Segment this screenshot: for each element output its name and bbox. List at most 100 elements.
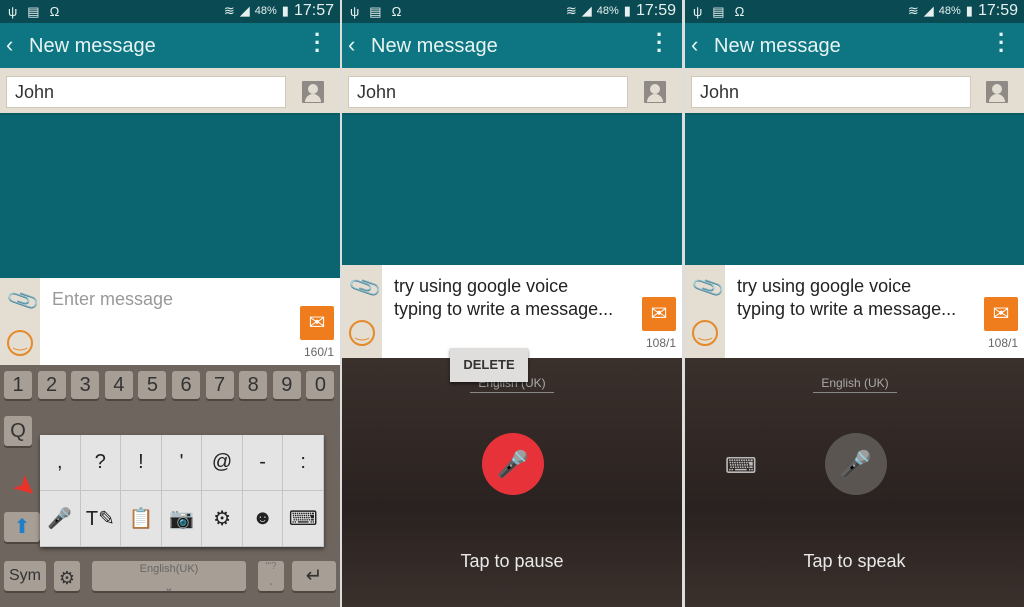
attach-icon[interactable]: 📎 bbox=[5, 283, 42, 319]
keyboard-options-popup: ,?! ' @ -: 🎤 T✎ 📋 📷 ⚙ ☻ ⌨ bbox=[40, 435, 324, 547]
signal-icon: ◢ bbox=[923, 3, 934, 18]
popup-symbol-key[interactable]: @ bbox=[202, 435, 243, 491]
key-5[interactable]: 5 bbox=[138, 371, 167, 399]
message-input[interactable]: Enter message bbox=[52, 288, 272, 311]
status-bar: ψ ▤ Ω ≋ ◢ 48% ▮ 17:59 bbox=[342, 0, 682, 23]
voice-status-text: Tap to pause bbox=[460, 551, 564, 571]
character-counter: 160/1 bbox=[303, 345, 334, 359]
signal-icon: ◢ bbox=[239, 3, 250, 18]
voice-input-panel: English (UK) 🎤 Tap to pause bbox=[342, 358, 682, 607]
key-1[interactable]: 1 bbox=[4, 371, 32, 399]
battery-percent: 48% bbox=[938, 5, 961, 17]
popup-symbol-key[interactable]: , bbox=[40, 435, 81, 491]
voice-input-panel: English (UK) ⌨ 🎤 Tap to speak bbox=[685, 358, 1024, 607]
phone-screen-2: ψ ▤ Ω ≋ ◢ 48% ▮ 17:59 ‹ New message · · · John 📎… bbox=[342, 0, 682, 607]
emoji-icon[interactable]: ☻ bbox=[242, 491, 284, 547]
send-button[interactable]: ✉ bbox=[642, 297, 676, 331]
popup-symbol-key[interactable]: ? bbox=[80, 435, 122, 491]
page-title: New message bbox=[371, 35, 498, 57]
contact-picker-icon[interactable] bbox=[644, 81, 666, 103]
status-bar: ψ ▤ Ω ≋ ◢ 48% ▮ 17:57 bbox=[0, 0, 340, 23]
compose-side-bar: 📎 ‿ bbox=[0, 278, 42, 365]
attach-icon[interactable]: 📎 bbox=[347, 270, 384, 306]
signal-icon: ◢ bbox=[581, 3, 592, 18]
contact-picker-icon[interactable] bbox=[302, 81, 324, 103]
back-icon[interactable]: ‹ bbox=[691, 32, 698, 58]
key-9[interactable]: 9 bbox=[272, 371, 301, 399]
key-6[interactable]: 6 bbox=[172, 371, 200, 399]
space-key[interactable]: English(UK) ⎵ bbox=[92, 561, 246, 591]
phone-screen-3: ψ ▤ Ω ≋ ◢ 48% ▮ 17:59 ‹ New message · · · John 📎… bbox=[685, 0, 1024, 607]
battery-charging-icon: ▮ bbox=[623, 3, 631, 18]
usb-icon: ψ bbox=[8, 4, 18, 19]
popup-symbol-key[interactable]: ! bbox=[121, 435, 162, 491]
page-title: New message bbox=[714, 35, 841, 57]
key-7[interactable]: 7 bbox=[205, 371, 234, 399]
recipient-bar: John bbox=[685, 68, 1024, 115]
key-8[interactable]: 8 bbox=[239, 371, 268, 399]
compose-area: 📎 ‿ try using google voice typing to wri… bbox=[685, 265, 1024, 358]
recipient-bar: John bbox=[342, 68, 682, 115]
send-button[interactable]: ✉ bbox=[300, 306, 334, 340]
contact-picker-icon[interactable] bbox=[986, 81, 1008, 103]
app-header: ‹ New message · · · bbox=[342, 23, 682, 68]
period-key[interactable]: '"?. bbox=[258, 561, 284, 591]
overflow-menu-icon[interactable]: · · · bbox=[314, 24, 321, 62]
keyboard-icon[interactable]: ⌨ bbox=[725, 453, 757, 479]
image-icon: ▤ bbox=[369, 4, 382, 19]
status-bar: ψ ▤ Ω ≋ ◢ 48% ▮ 17:59 bbox=[685, 0, 1024, 23]
settings-key[interactable]: ⚙ bbox=[54, 561, 80, 591]
usb-icon: ψ bbox=[693, 4, 703, 19]
enter-key[interactable]: ↵ bbox=[292, 561, 336, 591]
battery-charging-icon: ▮ bbox=[965, 3, 973, 18]
settings-icon[interactable]: ⚙ bbox=[202, 491, 243, 547]
battery-percent: 48% bbox=[596, 5, 619, 17]
character-counter: 108/1 bbox=[987, 336, 1018, 350]
page-title: New message bbox=[29, 35, 156, 57]
back-icon[interactable]: ‹ bbox=[6, 32, 13, 58]
key-2[interactable]: 2 bbox=[37, 371, 66, 399]
recipient-input[interactable]: John bbox=[691, 76, 971, 108]
handwriting-icon[interactable]: T✎ bbox=[80, 491, 122, 547]
battery-charging-icon: ▮ bbox=[281, 3, 289, 18]
shift-key[interactable]: ⬆ bbox=[4, 512, 40, 542]
recipient-input[interactable]: John bbox=[348, 76, 628, 108]
headphones-icon: Ω bbox=[734, 4, 745, 19]
attach-icon[interactable]: 📎 bbox=[690, 270, 727, 306]
mic-button[interactable]: 🎤 bbox=[482, 433, 544, 495]
wifi-icon: ≋ bbox=[565, 3, 577, 18]
language-selector[interactable]: English (UK) bbox=[813, 376, 897, 393]
sym-key[interactable]: Sym bbox=[4, 561, 46, 591]
period-hint: '"? bbox=[265, 561, 277, 572]
keyboard-icon[interactable]: ⌨ bbox=[283, 491, 324, 547]
overflow-menu-icon[interactable]: · · · bbox=[656, 24, 663, 62]
popup-symbol-key[interactable]: : bbox=[283, 435, 324, 491]
back-icon[interactable]: ‹ bbox=[348, 32, 355, 58]
popup-symbol-key[interactable]: ' bbox=[161, 435, 203, 491]
popup-symbol-key[interactable]: - bbox=[242, 435, 284, 491]
emoji-icon[interactable]: ‿ bbox=[692, 320, 718, 346]
message-input[interactable]: try using google voice typing to write a… bbox=[394, 275, 614, 321]
mic-button[interactable]: 🎤 bbox=[825, 433, 887, 495]
message-input[interactable]: try using google voice typing to write a… bbox=[737, 275, 957, 321]
emoji-icon[interactable]: ‿ bbox=[7, 330, 33, 356]
delete-button[interactable]: DELETE bbox=[450, 348, 528, 382]
clock: 17:59 bbox=[635, 2, 676, 19]
mic-icon[interactable]: 🎤 bbox=[40, 491, 81, 547]
camera-text-icon[interactable]: 📷 bbox=[161, 491, 203, 547]
send-button[interactable]: ✉ bbox=[984, 297, 1018, 331]
clipboard-icon[interactable]: 📋 bbox=[121, 491, 162, 547]
key-4[interactable]: 4 bbox=[104, 371, 133, 399]
space-language-label: English(UK) bbox=[139, 563, 199, 575]
compose-area: 📎 ‿ try using google voice typing to wri… bbox=[342, 265, 682, 358]
compose-side-bar: 📎 ‿ bbox=[342, 265, 384, 358]
emoji-icon[interactable]: ‿ bbox=[349, 320, 375, 346]
recipient-input[interactable]: John bbox=[6, 76, 286, 108]
phone-screen-1: ψ ▤ Ω ≋ ◢ 48% ▮ 17:57 ‹ New message · · · John 📎… bbox=[0, 0, 340, 607]
key-q[interactable]: Q bbox=[4, 416, 32, 446]
app-header: ‹ New message · · · bbox=[0, 23, 340, 68]
key-0[interactable]: 0 bbox=[306, 371, 335, 399]
keyboard-icon: ▤ bbox=[27, 4, 40, 19]
overflow-menu-icon[interactable]: · · · bbox=[998, 24, 1005, 62]
key-3[interactable]: 3 bbox=[71, 371, 100, 399]
